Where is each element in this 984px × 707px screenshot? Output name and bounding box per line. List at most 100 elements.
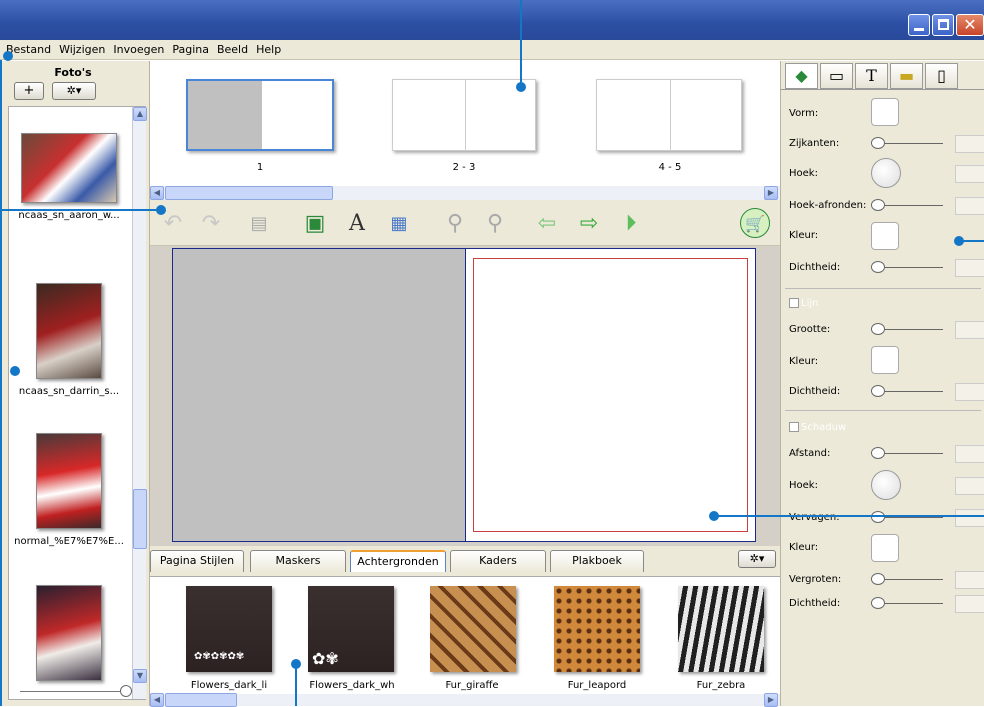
lijn-dichtheid-slider[interactable]: [871, 385, 943, 397]
frame-properties-icon[interactable]: ▭: [820, 63, 853, 89]
thumbnail-size-slider[interactable]: [20, 685, 132, 697]
dichtheid-value[interactable]: [955, 259, 984, 277]
vergroten-label: Vergroten:: [789, 574, 842, 585]
text-properties-icon[interactable]: T: [855, 63, 888, 89]
photo-thumbnail: [36, 283, 102, 379]
scroll-right-icon[interactable]: ▶: [764, 693, 778, 707]
zoom-in-icon[interactable]: ⚲: [480, 208, 510, 238]
photos-options-button[interactable]: ✲▾: [52, 82, 96, 100]
list-item[interactable]: ncaas_sn_aaron_w...: [9, 133, 129, 221]
kleur-picker[interactable]: [871, 222, 899, 250]
list-item[interactable]: [9, 585, 129, 688]
add-photo-button[interactable]: +: [14, 82, 44, 100]
tab-maskers[interactable]: Maskers: [250, 550, 346, 572]
shopping-cart-icon[interactable]: 🛒: [740, 208, 770, 238]
dichtheid-slider[interactable]: [871, 261, 943, 273]
page-properties-icon[interactable]: ▯: [925, 63, 958, 89]
backgrounds-strip: ✿✾✿✾✿✾ Flowers_dark_li ✿✾ Flowers_dark_w…: [150, 576, 780, 694]
background-caption: Fur_zebra: [696, 680, 746, 691]
vervagen-value[interactable]: [955, 509, 984, 527]
zijkanten-slider[interactable]: [871, 137, 943, 149]
hoek-dial[interactable]: [871, 158, 901, 188]
page-thumbnail[interactable]: [596, 79, 742, 151]
schaduw-dichtheid-value[interactable]: [955, 595, 984, 613]
menu-wijzigen[interactable]: Wijzigen: [55, 43, 109, 56]
shape-properties-icon[interactable]: ◆: [785, 63, 818, 89]
background-caption: Flowers_dark_li: [190, 680, 268, 691]
ruler-icon[interactable]: ▬: [890, 63, 923, 89]
vergroten-value[interactable]: [955, 571, 984, 589]
grootte-value[interactable]: [955, 321, 984, 339]
grootte-slider[interactable]: [871, 323, 943, 335]
schaduw-checkbox[interactable]: Schaduw: [789, 422, 846, 433]
schaduw-hoek-value[interactable]: [955, 477, 984, 495]
tab-plakboek[interactable]: Plakboek: [550, 550, 644, 572]
minimize-icon[interactable]: [908, 14, 930, 36]
lijn-kleur-picker[interactable]: [871, 346, 899, 374]
hoek-afronden-slider[interactable]: [871, 199, 943, 211]
page-thumbnail[interactable]: [186, 79, 334, 151]
hoek-value[interactable]: [955, 165, 984, 183]
properties-tabs: ◆ ▭ T ▬ ▯: [785, 63, 984, 89]
background-thumbnail[interactable]: [554, 586, 640, 672]
slider-knob[interactable]: [120, 685, 132, 697]
menu-help[interactable]: Help: [252, 43, 285, 56]
scroll-right-icon[interactable]: ▶: [764, 186, 778, 200]
menu-beeld[interactable]: Beeld: [213, 43, 252, 56]
vorm-picker[interactable]: [871, 98, 899, 126]
background-caption: Fur_giraffe: [445, 680, 499, 691]
next-page-icon[interactable]: ⇨: [574, 208, 604, 238]
scroll-thumb[interactable]: [133, 489, 147, 549]
vergroten-slider[interactable]: [871, 573, 943, 585]
maximize-icon[interactable]: [932, 14, 954, 36]
insert-page-icon[interactable]: ▦: [384, 208, 414, 238]
lijn-checkbox[interactable]: Lijn: [789, 298, 818, 309]
photo-list[interactable]: ncaas_sn_aaron_w... ncaas_sn_darrin_s...…: [8, 106, 147, 700]
lijn-dichtheid-value[interactable]: [955, 383, 984, 401]
close-icon[interactable]: ✕: [956, 14, 984, 36]
photo-list-scrollbar[interactable]: ▲ ▼: [132, 107, 147, 699]
schaduw-hoek-dial[interactable]: [871, 470, 901, 500]
scroll-left-icon[interactable]: ◀: [150, 693, 164, 707]
tabs-options-button[interactable]: ✲▾: [738, 550, 776, 568]
tab-achtergronden[interactable]: Achtergronden: [350, 550, 446, 572]
schaduw-dichtheid-slider[interactable]: [871, 597, 943, 609]
photo-thumbnail: [36, 585, 102, 681]
background-thumbnail[interactable]: ✿✾: [308, 586, 394, 672]
schaduw-kleur-picker[interactable]: [871, 534, 899, 562]
menu-pagina[interactable]: Pagina: [168, 43, 213, 56]
add-text-icon[interactable]: A: [342, 208, 372, 238]
vervagen-slider[interactable]: [871, 511, 943, 523]
backgrounds-scrollbar[interactable]: ◀ ▶: [150, 693, 780, 707]
tab-kaders[interactable]: Kaders: [450, 550, 546, 572]
redo-icon[interactable]: ↷: [196, 208, 226, 238]
page-thumbnail[interactable]: [392, 79, 536, 151]
afstand-slider[interactable]: [871, 447, 943, 459]
scroll-thumb[interactable]: [165, 693, 237, 707]
background-thumbnail[interactable]: [678, 586, 764, 672]
zoom-out-icon[interactable]: ⚲: [440, 208, 470, 238]
play-icon[interactable]: ⏵: [616, 208, 646, 238]
list-item[interactable]: normal_%E7%E7%E...: [9, 433, 129, 547]
afstand-value[interactable]: [955, 445, 984, 463]
scroll-thumb[interactable]: [165, 186, 333, 200]
zijkanten-value[interactable]: [955, 135, 984, 153]
scroll-up-icon[interactable]: ▲: [133, 107, 147, 121]
save-icon[interactable]: ▤: [244, 208, 274, 238]
background-thumbnail[interactable]: [430, 586, 516, 672]
callout-dot: [516, 82, 526, 92]
scroll-left-icon[interactable]: ◀: [150, 186, 164, 200]
pages-scrollbar[interactable]: ◀ ▶: [150, 186, 780, 200]
previous-page-icon[interactable]: ⇦: [532, 208, 562, 238]
tab-pagina-stijlen[interactable]: Pagina Stijlen: [150, 550, 244, 572]
scroll-down-icon[interactable]: ▼: [133, 669, 147, 683]
left-page[interactable]: [172, 248, 466, 542]
photo-caption: ncaas_sn_darrin_s...: [18, 386, 120, 397]
menu-invoegen[interactable]: Invoegen: [109, 43, 168, 56]
list-item[interactable]: ncaas_sn_darrin_s...: [9, 283, 129, 397]
hoek-afronden-value[interactable]: [955, 197, 984, 215]
page-label: 1: [256, 162, 264, 173]
add-picture-icon[interactable]: ▣: [300, 208, 330, 238]
right-page[interactable]: [466, 248, 756, 542]
background-thumbnail[interactable]: ✿✾✿✾✿✾: [186, 586, 272, 672]
